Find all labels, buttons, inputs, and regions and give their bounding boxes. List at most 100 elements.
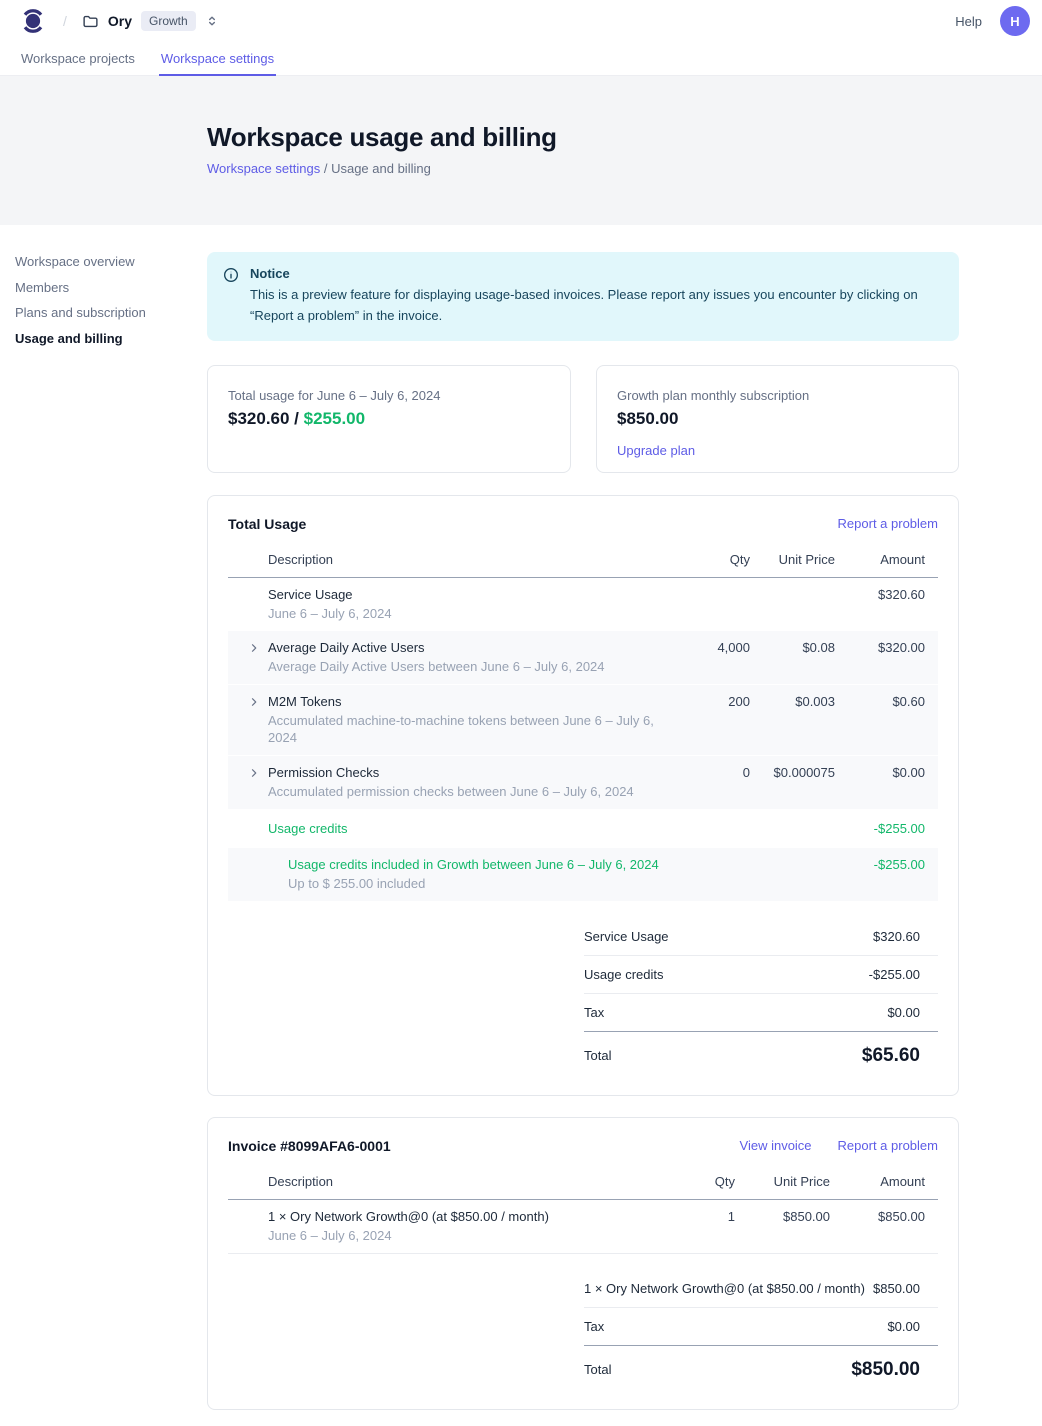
main-content: Notice This is a preview feature for dis… [207,225,959,1426]
notice-title: Notice [250,266,940,281]
upgrade-plan-link[interactable]: Upgrade plan [617,443,695,458]
cell-unit-price: $0.000075 [750,764,835,781]
report-a-problem-link[interactable]: Report a problem [838,1138,938,1153]
summary-label: Tax [584,1005,604,1020]
cell-qty: 0 [680,764,750,781]
summary-label: Service Usage [584,929,669,944]
chevron-right-icon[interactable] [248,693,268,708]
table-row-m2m-tokens: M2M Tokens Accumulated machine-to-machin… [228,685,938,756]
row-title: Usage credits [268,820,680,837]
breadcrumb-separator: / [324,161,328,176]
summary-row-total: Total $850.00 [584,1346,938,1389]
invoice-title: Invoice #8099AFA6-0001 [228,1138,391,1154]
sidebar-item-workspace-overview[interactable]: Workspace overview [15,255,207,268]
column-qty: Qty [680,1174,735,1189]
summary-row-usage-credits: Usage credits -$255.00 [584,956,938,994]
column-description: Description [268,552,680,567]
help-link[interactable]: Help [955,14,982,29]
workspace-name: Ory [108,13,132,29]
cell-amount: $850.00 [830,1208,925,1225]
invoice-table-header: Description Qty Unit Price Amount [228,1174,938,1200]
notice-body: This is a preview feature for displaying… [250,285,940,327]
summary-value: $0.00 [887,1005,920,1020]
breadcrumb-link-workspace-settings[interactable]: Workspace settings [207,161,320,176]
cell-qty: 200 [680,693,750,710]
plan-badge: Growth [141,11,196,31]
table-row-service-usage: Service Usage June 6 – July 6, 2024 $320… [228,578,938,631]
invoice-panel: Invoice #8099AFA6-0001 View invoice Repo… [207,1117,959,1410]
cell-amount: $320.00 [835,639,925,656]
column-qty: Qty [680,552,750,567]
sidebar-item-usage-and-billing[interactable]: Usage and billing [15,332,207,345]
total-usage-card: Total usage for June 6 – July 6, 2024 $3… [207,365,571,473]
summary-value: $0.00 [887,1319,920,1334]
notice-banner: Notice This is a preview feature for dis… [207,252,959,341]
row-title: Usage credits included in Growth between… [288,856,680,873]
summary-row-tax: Tax $0.00 [584,994,938,1032]
column-amount: Amount [835,552,925,567]
row-description: Average Daily Active Users between June … [268,658,680,675]
usage-summary: Service Usage $320.60 Usage credits -$25… [584,918,938,1075]
chevron-right-icon[interactable] [248,764,268,779]
row-period: June 6 – July 6, 2024 [268,605,680,622]
workspace-switcher[interactable]: Ory Growth [82,11,219,31]
summary-label: Tax [584,1319,604,1334]
row-title: 1 × Ory Network Growth@0 (at $850.00 / m… [268,1208,680,1225]
plan-value: $850.00 [617,409,938,429]
summary-label: Total [584,1048,611,1063]
avatar[interactable]: H [1000,6,1030,36]
column-unit-price: Unit Price [735,1174,830,1189]
table-row-average-daily-active-users: Average Daily Active Users Average Daily… [228,631,938,685]
tab-bar: Workspace projects Workspace settings [0,42,1042,76]
total-usage-panel: Total Usage Report a problem Description… [207,495,959,1096]
breadcrumb: Workspace settings / Usage and billing [207,161,1042,176]
tab-workspace-settings[interactable]: Workspace settings [159,42,276,76]
report-a-problem-link[interactable]: Report a problem [838,516,938,531]
usage-table-header: Description Qty Unit Price Amount [228,552,938,578]
row-description: Accumulated permission checks between Ju… [268,783,680,800]
row-description: Accumulated machine-to-machine tokens be… [268,712,680,746]
usage-current: $320.60 [228,409,289,428]
row-title: Average Daily Active Users [268,639,680,656]
summary-value: $850.00 [873,1281,920,1296]
row-title: M2M Tokens [268,693,680,710]
table-row-usage-credits-detail: Usage credits included in Growth between… [228,848,938,902]
summary-row-tax: Tax $0.00 [584,1308,938,1346]
column-unit-price: Unit Price [750,552,835,567]
selector-icon[interactable] [205,14,219,28]
folder-icon [82,13,99,30]
summary-value: $320.60 [873,929,920,944]
cell-amount: -$255.00 [835,856,925,873]
summary-total-value: $65.60 [862,1045,920,1067]
invoice-summary: 1 × Ory Network Growth@0 (at $850.00 / m… [584,1270,938,1389]
stat-cards: Total usage for June 6 – July 6, 2024 $3… [207,365,959,473]
breadcrumb-current: Usage and billing [331,161,431,176]
view-invoice-link[interactable]: View invoice [740,1138,812,1153]
hero-section: Workspace usage and billing Workspace se… [0,76,1042,225]
cell-qty: 1 [680,1208,735,1225]
breadcrumb-separator: / [63,13,67,29]
summary-row-service-usage: Service Usage $320.60 [584,918,938,956]
summary-label: 1 × Ory Network Growth@0 (at $850.00 / m… [584,1281,865,1296]
table-row-permission-checks: Permission Checks Accumulated permission… [228,756,938,810]
tab-workspace-projects[interactable]: Workspace projects [19,42,137,76]
cell-unit-price: $0.003 [750,693,835,710]
ory-logo[interactable] [20,7,46,35]
summary-row-line-item: 1 × Ory Network Growth@0 (at $850.00 / m… [584,1270,938,1308]
page-title: Workspace usage and billing [207,122,1042,153]
topbar-right: Help H [955,6,1030,36]
cell-amount: $320.60 [835,586,925,603]
info-icon [223,267,239,327]
column-amount: Amount [830,1174,925,1189]
table-row-usage-credits: Usage credits -$255.00 [228,810,938,848]
summary-total-value: $850.00 [851,1359,920,1381]
summary-value: -$255.00 [869,967,920,982]
sidebar-item-plans-and-subscription[interactable]: Plans and subscription [15,306,207,319]
summary-label: Usage credits [584,967,663,982]
row-period: June 6 – July 6, 2024 [268,1227,680,1244]
chevron-right-icon[interactable] [248,639,268,654]
total-usage-value: $320.60 / $255.00 [228,409,550,429]
usage-separator: / [289,409,303,428]
row-title: Service Usage [268,586,680,603]
sidebar-item-members[interactable]: Members [15,281,207,294]
